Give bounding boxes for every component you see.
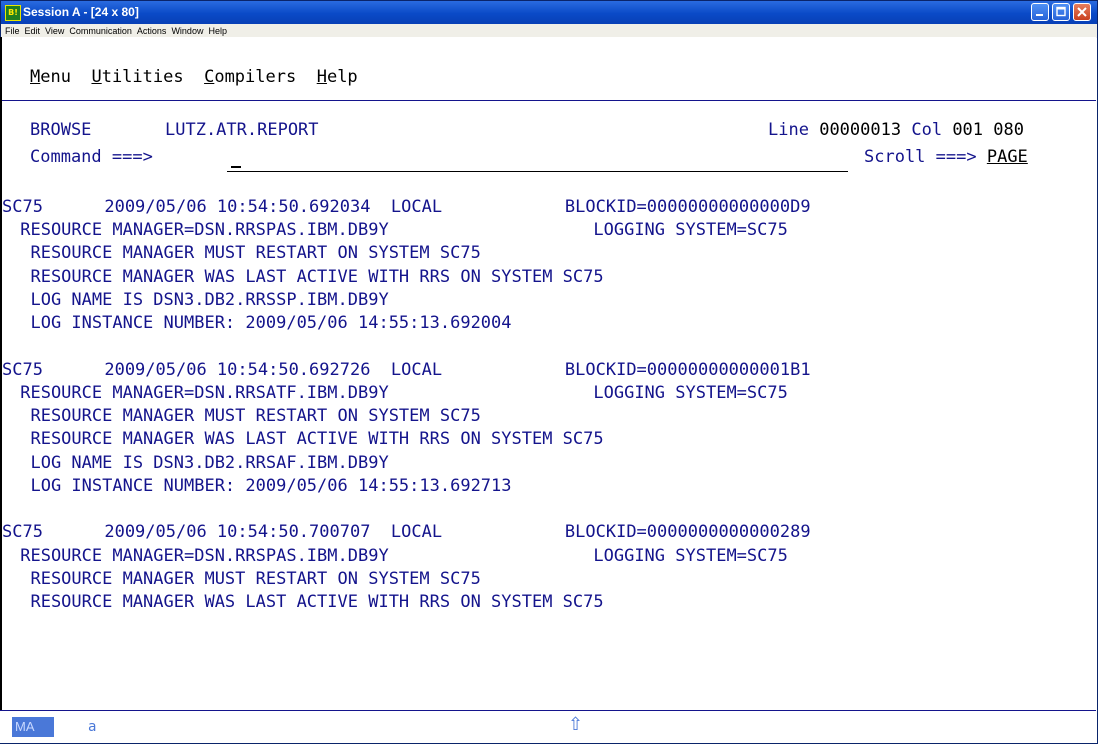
separator (2, 100, 1096, 101)
pulldown-help-item[interactable]: Help (317, 67, 358, 87)
record-header: SC75 2009/05/06 10:54:50.692034 LOCAL BL… (2, 197, 811, 217)
mode-indicator: MA (12, 717, 54, 737)
menu-view[interactable]: View (45, 26, 64, 36)
maximize-button[interactable] (1052, 3, 1070, 21)
text-cursor (231, 166, 241, 168)
pulldown-utilities-item[interactable]: Utilities (91, 67, 183, 87)
minimize-icon (1036, 14, 1043, 16)
title-bar[interactable]: B! Session A - [24 x 80] (1, 1, 1097, 24)
record-header: SC75 2009/05/06 10:54:50.700707 LOCAL BL… (2, 522, 811, 543)
menu-file[interactable]: File (5, 26, 20, 36)
record-line: LOG INSTANCE NUMBER: 2009/05/06 14:55:13… (10, 475, 512, 496)
pulldown-menu: Menu Utilities Compilers Help (30, 67, 358, 87)
minimize-button[interactable] (1031, 3, 1049, 21)
browse-mode: BROWSE (30, 120, 92, 140)
scroll-field: Scroll ===> PAGE (864, 147, 1028, 167)
record-line: RESOURCE MANAGER=DSN.RRSPAS.IBM.DB9Y LOG… (10, 545, 788, 566)
dataset-name: LUTZ.ATR.REPORT (165, 120, 319, 140)
session-icon[interactable]: B! (5, 5, 21, 21)
close-icon (1077, 7, 1087, 17)
menu-window[interactable]: Window (171, 26, 203, 36)
menu-communication[interactable]: Communication (69, 26, 132, 36)
record-line: LOG INSTANCE NUMBER: 2009/05/06 14:55:13… (10, 313, 512, 333)
window-title: Session A - [24 x 80] (23, 5, 139, 19)
record-line: RESOURCE MANAGER MUST RESTART ON SYSTEM … (10, 568, 481, 589)
pulldown-compilers-item[interactable]: Compilers (204, 67, 296, 87)
terminal-screen[interactable]: Menu Utilities Compilers Help BROWSE LUT… (0, 37, 1096, 743)
close-button[interactable] (1073, 3, 1091, 21)
record-line: RESOURCE MANAGER WAS LAST ACTIVE WITH RR… (10, 266, 604, 287)
record-line: RESOURCE MANAGER=DSN.RRSPAS.IBM.DB9Y LOG… (10, 220, 788, 241)
scroll-amount-input[interactable]: PAGE (987, 147, 1028, 167)
pulldown-menu-item[interactable]: Menu (30, 67, 71, 87)
maximize-icon (1056, 6, 1066, 17)
position-indicator: Line 00000013 Col 001 080 (768, 120, 1024, 140)
menu-help[interactable]: Help (208, 26, 227, 36)
record-line: RESOURCE MANAGER=DSN.RRSATF.IBM.DB9Y LOG… (10, 382, 788, 403)
record-line: RESOURCE MANAGER MUST RESTART ON SYSTEM … (10, 406, 481, 427)
shift-arrow-icon: ⇧ (568, 714, 584, 735)
command-input[interactable] (227, 171, 848, 172)
record-line: LOG NAME IS DSN3.DB2.RRSSP.IBM.DB9Y (10, 289, 389, 310)
record-line: RESOURCE MANAGER MUST RESTART ON SYSTEM … (10, 243, 481, 264)
menu-bar: File Edit View Communication Actions Window He… (1, 24, 1097, 38)
record-header: SC75 2009/05/06 10:54:50.692726 LOCAL BL… (2, 359, 811, 380)
session-indicator: a (88, 719, 97, 735)
record-line: RESOURCE MANAGER WAS LAST ACTIVE WITH RR… (10, 592, 604, 612)
menu-edit[interactable]: Edit (25, 26, 41, 36)
record-line: RESOURCE MANAGER WAS LAST ACTIVE WITH RR… (10, 429, 604, 450)
menu-actions[interactable]: Actions (137, 26, 167, 36)
operator-information-area (0, 710, 1096, 743)
record-line: LOG NAME IS DSN3.DB2.RRSAF.IBM.DB9Y (10, 452, 389, 473)
command-label: Command ===> (30, 147, 153, 167)
